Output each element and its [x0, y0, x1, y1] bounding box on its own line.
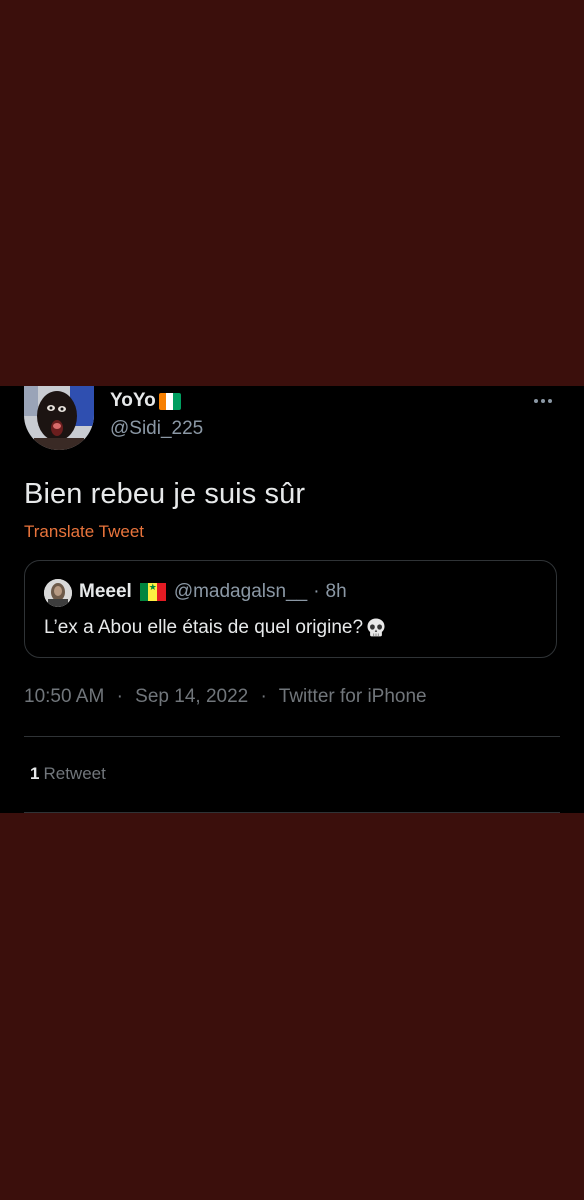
retweet-stats[interactable]: 1 Retweet: [30, 764, 106, 784]
author-name-text: YoYo: [110, 390, 156, 411]
translate-tweet-link[interactable]: Translate Tweet: [24, 522, 144, 542]
more-options-icon[interactable]: [534, 396, 558, 406]
retweet-count: 1: [30, 764, 40, 783]
divider: [24, 736, 560, 737]
quote-text: L’ex a Abou elle étais de quel origine?: [44, 617, 387, 639]
author-display-name[interactable]: YoYo: [110, 390, 181, 412]
senegal-flag-icon: ★: [139, 583, 166, 601]
quote-text-content: L’ex a Abou elle étais de quel origine?: [44, 617, 364, 638]
tweet-date[interactable]: Sep 14, 2022: [135, 686, 248, 707]
quote-author-handle[interactable]: @madagalsn__: [174, 581, 307, 603]
retweet-label: Retweet: [43, 764, 106, 783]
quote-author-avatar: [44, 579, 72, 607]
quote-timestamp[interactable]: 8h: [326, 581, 347, 603]
author-avatar[interactable]: [24, 386, 94, 450]
quote-header: Meeel ★ @madagalsn__ · 8h: [79, 581, 347, 603]
cote-divoire-flag-icon: [158, 392, 181, 410]
skull-emoji-icon: [365, 617, 387, 639]
quote-author-name[interactable]: Meeel: [79, 581, 132, 603]
tweet-card: YoYo @Sidi_225 Bien rebeu je suis sûr Tr…: [0, 386, 584, 813]
tweet-time[interactable]: 10:50 AM: [24, 686, 104, 707]
divider: [24, 812, 560, 813]
tweet-text: Bien rebeu je suis sûr: [24, 478, 306, 510]
meta-separator: ·: [260, 686, 267, 707]
author-handle[interactable]: @Sidi_225: [110, 418, 203, 440]
meta-separator: ·: [116, 686, 123, 707]
page-background: YoYo @Sidi_225 Bien rebeu je suis sûr Tr…: [0, 0, 584, 1200]
tweet-source[interactable]: Twitter for iPhone: [279, 686, 427, 707]
quote-separator: ·: [313, 581, 320, 602]
quoted-tweet[interactable]: Meeel ★ @madagalsn__ · 8h L’ex a Abou el…: [24, 560, 557, 658]
tweet-metadata: 10:50 AM · Sep 14, 2022 · Twitter for iP…: [24, 686, 427, 708]
